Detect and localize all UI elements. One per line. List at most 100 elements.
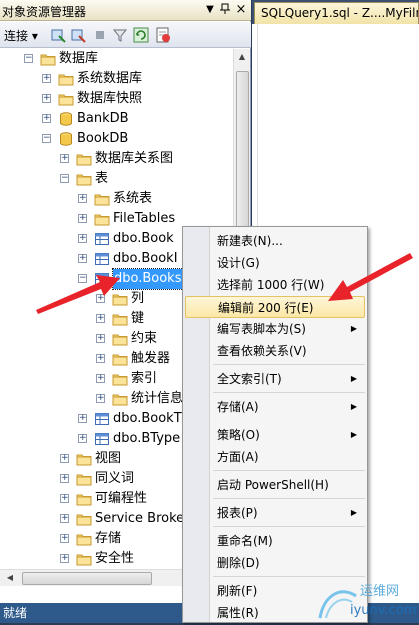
expand-icon[interactable]: + (78, 434, 87, 443)
expand-icon[interactable]: + (42, 94, 51, 103)
collapse-icon[interactable]: − (78, 274, 87, 283)
svg-text:运维网: 运维网 (360, 584, 399, 599)
expand-icon[interactable]: + (78, 194, 87, 203)
menu-item-start-powershell[interactable]: 启动 PowerShell(H) (185, 474, 365, 496)
expand-icon[interactable]: + (96, 314, 105, 323)
menu-item-storage[interactable]: 存储(A) ▶ (185, 396, 365, 418)
database-icon (58, 111, 74, 127)
menu-item-label: 启动 PowerShell(H) (217, 478, 329, 492)
expand-icon[interactable]: + (78, 254, 87, 263)
tree-node[interactable]: + 系统数据库 (0, 69, 233, 89)
menu-item-new-table[interactable]: 新建表(N)... (185, 230, 365, 252)
scroll-up-icon[interactable]: ▲ (234, 52, 250, 61)
tree-node-label-node: 触发器 (131, 351, 171, 366)
tree-node-label-node: 数据库快照 (77, 91, 143, 106)
expand-icon[interactable]: + (96, 294, 105, 303)
expand-icon[interactable]: + (60, 494, 69, 503)
menu-item-edit-top-200[interactable]: 编辑前 200 行(E) (185, 296, 365, 318)
expand-icon[interactable]: + (78, 414, 87, 423)
expand-icon[interactable]: + (96, 394, 105, 403)
menu-item-label: 重命名(M) (217, 534, 273, 548)
close-icon[interactable]: × (234, 3, 248, 17)
tree-node[interactable]: − BookDB (0, 129, 233, 149)
folder-icon (112, 291, 128, 307)
expand-icon[interactable]: + (60, 534, 69, 543)
dropdown-icon[interactable]: ▼ (203, 3, 217, 17)
folder-icon (76, 491, 92, 507)
expand-icon[interactable]: + (60, 554, 69, 563)
tree-node[interactable]: + BankDB (0, 109, 233, 129)
folder-icon (112, 391, 128, 407)
tree-node-label-node: 可编程性 (95, 491, 148, 506)
tree-node-label-service-broker: Service Broker (95, 511, 190, 526)
expand-icon[interactable]: + (60, 514, 69, 523)
menu-item-label: 新建表(N)... (217, 234, 283, 248)
tree-node[interactable]: − 表 (0, 169, 233, 189)
tab-sqlquery1[interactable]: SQLQuery1.sql - Z....MyFilm (254, 2, 419, 24)
tree-node-label-dbo-booki: dbo.BookI (113, 251, 178, 266)
tree-node[interactable]: − 数据库 (0, 49, 233, 69)
menu-item-label: 编辑前 200 行(E) (218, 301, 314, 315)
menu-item-policies[interactable]: 策略(O) ▶ (185, 424, 365, 446)
submenu-arrow-icon: ▶ (350, 402, 357, 411)
filter-icon[interactable] (112, 27, 128, 43)
database-icon (58, 131, 74, 147)
menu-item-design[interactable]: 设计(G) (185, 252, 365, 274)
tree-node[interactable]: + 数据库快照 (0, 89, 233, 109)
expand-icon[interactable]: + (60, 154, 69, 163)
menu-item-label: 设计(G) (217, 256, 260, 270)
tree-node-label-node: 数据库 (59, 51, 99, 66)
horizontal-scroll-thumb[interactable] (22, 572, 152, 585)
expand-icon[interactable]: + (60, 454, 69, 463)
menu-item-facets[interactable]: 方面(A) (185, 446, 365, 468)
refresh-icon[interactable] (133, 27, 149, 43)
submenu-arrow-icon: ▶ (350, 324, 357, 333)
watermark-logo: 运维网 iyunv.com (316, 580, 419, 622)
disconnect-icon[interactable] (70, 27, 86, 43)
expand-icon[interactable]: + (96, 374, 105, 383)
table-icon (94, 411, 110, 427)
pin-icon[interactable] (218, 3, 232, 17)
expand-icon[interactable]: + (78, 214, 87, 223)
tree-node-label-bookdb: BookDB (77, 131, 129, 146)
stop-icon[interactable] (92, 27, 108, 43)
explorer-title: 对象资源管理器 (2, 5, 87, 19)
menu-separator (213, 392, 365, 393)
tree-node-label-node: 表 (95, 171, 109, 186)
collapse-icon[interactable]: − (42, 134, 51, 143)
tree-node-label-dbo-book: dbo.Book (113, 231, 174, 246)
activity-monitor-icon[interactable] (155, 27, 171, 43)
menu-item-script-table-as[interactable]: 编写表脚本为(S) ▶ (185, 318, 365, 340)
folder-icon (58, 71, 74, 87)
connect-button[interactable]: 连接 ▾ (4, 27, 38, 44)
connect-object-icon[interactable] (50, 27, 66, 43)
scroll-left-icon[interactable]: ◀ (2, 573, 18, 582)
folder-icon (76, 171, 92, 187)
expand-icon[interactable]: + (96, 354, 105, 363)
folder-icon (76, 531, 92, 547)
expand-icon[interactable]: + (42, 114, 51, 123)
svg-text:iyunv.com: iyunv.com (350, 603, 416, 618)
expand-icon[interactable]: + (60, 474, 69, 483)
menu-item-select-top-1000[interactable]: 选择前 1000 行(W) (185, 274, 365, 296)
collapse-icon[interactable]: − (60, 174, 69, 183)
tree-node[interactable]: + 数据库关系图 (0, 149, 233, 169)
submenu-arrow-icon: ▶ (350, 430, 357, 439)
menu-item-full-text-index[interactable]: 全文索引(T) ▶ (185, 368, 365, 390)
menu-item-rename[interactable]: 重命名(M) (185, 530, 365, 552)
menu-item-reports[interactable]: 报表(P) ▶ (185, 502, 365, 524)
tree-node-label-dbo-bookt: dbo.BookT (113, 411, 182, 426)
tree-node[interactable]: + 系统表 (0, 189, 233, 209)
menu-item-label: 策略(O) (217, 428, 260, 442)
menu-item-view-dependencies[interactable]: 查看依赖关系(V) (185, 340, 365, 362)
menu-separator (213, 526, 365, 527)
expand-icon[interactable]: + (78, 234, 87, 243)
menu-item-label: 选择前 1000 行(W) (217, 278, 325, 292)
folder-icon (94, 191, 110, 207)
menu-item-label: 方面(A) (217, 450, 259, 464)
menu-item-delete[interactable]: 删除(D) (185, 552, 365, 574)
tree-node-label-node: 视图 (95, 451, 122, 466)
expand-icon[interactable]: + (42, 74, 51, 83)
collapse-icon[interactable]: − (24, 54, 33, 63)
expand-icon[interactable]: + (96, 334, 105, 343)
